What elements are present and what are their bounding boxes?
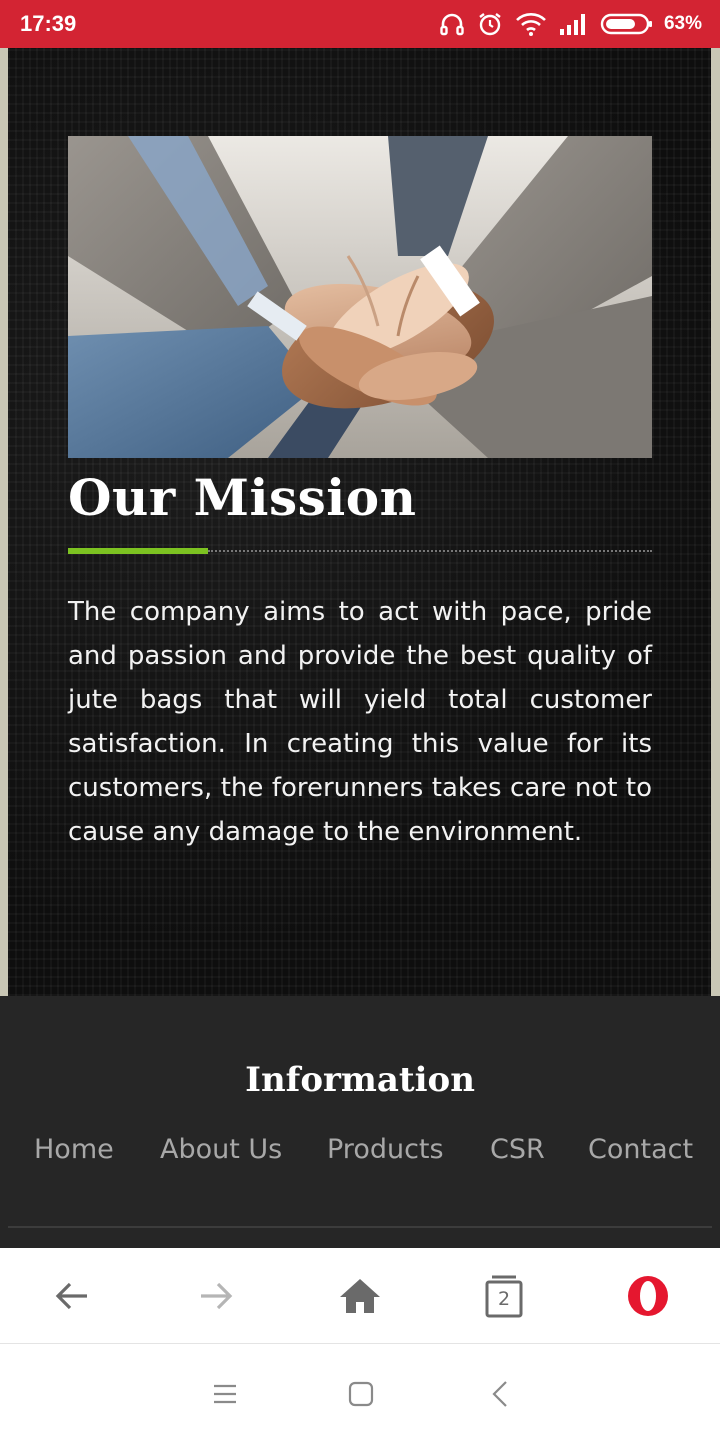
status-bar: 17:39 63%	[0, 0, 720, 48]
menu-icon	[214, 1384, 236, 1404]
divider-dots	[208, 550, 652, 552]
footer-link-about-us[interactable]: About Us	[160, 1134, 282, 1165]
home-square-icon	[348, 1381, 374, 1407]
mission-body: The company aims to act with pace, pride…	[68, 597, 652, 847]
battery-icon	[600, 12, 654, 36]
tab-count: 2	[497, 1288, 511, 1310]
status-icons: 63%	[438, 10, 702, 38]
home-icon	[340, 1279, 380, 1313]
status-time: 17:39	[20, 11, 77, 36]
mission-divider	[68, 548, 652, 554]
divider-accent	[68, 548, 208, 554]
android-nav-bar	[0, 1344, 720, 1440]
headphones-icon	[438, 10, 466, 38]
android-back-button[interactable]	[478, 1372, 522, 1416]
footer-nav: Home About Us Products CSR Contact	[0, 1134, 720, 1174]
footer-link-products[interactable]: Products	[327, 1134, 444, 1165]
mission-section: Our Mission The company aims to act with…	[8, 48, 711, 996]
footer-information: Information Home About Us Products CSR C…	[0, 996, 720, 1248]
mission-title: Our Mission	[68, 468, 417, 527]
footer-link-contact[interactable]: Contact	[588, 1134, 693, 1165]
android-home-button[interactable]	[339, 1372, 383, 1416]
forward-button[interactable]	[190, 1270, 242, 1322]
footer-link-home[interactable]: Home	[34, 1134, 114, 1165]
footer-title: Information	[245, 1060, 475, 1100]
tabs-button[interactable]: 2	[478, 1270, 530, 1322]
back-arrow-icon	[55, 1282, 87, 1310]
opera-menu-icon	[628, 1276, 668, 1316]
back-chevron-icon	[492, 1381, 507, 1407]
forward-arrow-icon	[201, 1282, 233, 1310]
back-button[interactable]	[46, 1270, 98, 1322]
footer-link-csr[interactable]: CSR	[490, 1134, 545, 1165]
mission-image	[68, 136, 652, 458]
opera-menu-button[interactable]	[622, 1270, 674, 1322]
browser-toolbar: 2	[0, 1248, 720, 1344]
footer-divider	[8, 1226, 712, 1228]
battery-percent: 63%	[663, 13, 702, 34]
wifi-icon	[514, 10, 548, 38]
signal-icon	[558, 11, 590, 37]
alarm-icon	[476, 10, 504, 38]
home-button[interactable]	[334, 1270, 386, 1322]
recents-button[interactable]	[203, 1372, 247, 1416]
